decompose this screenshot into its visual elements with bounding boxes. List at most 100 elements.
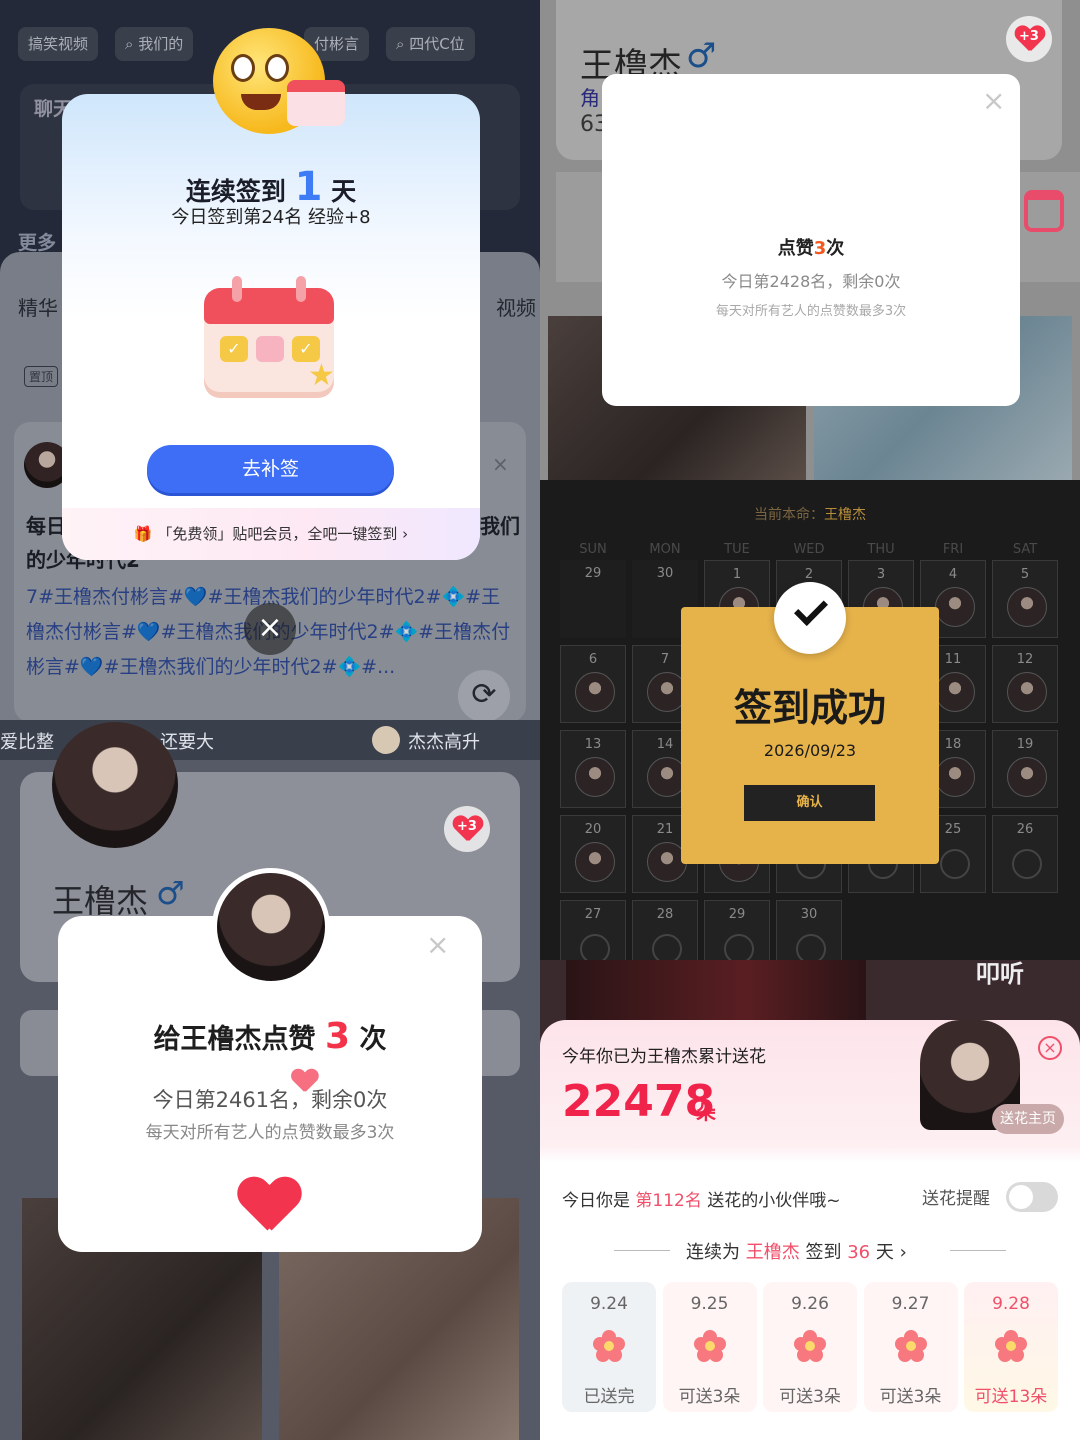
calendar-day-number: 29 bbox=[728, 907, 746, 922]
top-label: 叩听 bbox=[976, 960, 1024, 988]
weekday-label: THU bbox=[867, 542, 895, 557]
flower-home-button[interactable]: 送花主页 bbox=[992, 1104, 1064, 1134]
flower-day-status: 可送3朵 bbox=[879, 1387, 942, 1407]
calendar-day[interactable]: 29 bbox=[704, 900, 770, 960]
check-icon bbox=[774, 582, 846, 654]
flower-icon bbox=[995, 1330, 1027, 1362]
calendar-day[interactable]: 26 bbox=[992, 815, 1058, 893]
calendar-day[interactable]: 13 bbox=[560, 730, 626, 808]
weekday-label: MON bbox=[649, 542, 681, 557]
flower-day-date: 9.24 bbox=[590, 1294, 628, 1314]
calendar-day-number: 30 bbox=[656, 566, 674, 581]
like-screenshot-1: 王橹杰 ♂ 角 63 +3 × 点赞3次 今日第2428名，剩余0次 每天对所有… bbox=[540, 0, 1080, 480]
calendar-day-number: 19 bbox=[1016, 737, 1034, 752]
divider bbox=[950, 1250, 1006, 1251]
calendar-day-number: 27 bbox=[584, 907, 602, 922]
signed-avatar bbox=[575, 757, 615, 797]
calendar-day[interactable]: 29 bbox=[560, 560, 626, 638]
signed-avatar bbox=[1007, 672, 1047, 712]
role-label: 角 bbox=[580, 86, 600, 110]
flower-icon bbox=[693, 1330, 726, 1362]
flower-day-card[interactable]: 9.27 可送3朵 bbox=[863, 1282, 958, 1412]
signed-avatar bbox=[575, 842, 615, 882]
like-note: 每天对所有艺人的点赞数最多3次 bbox=[145, 1123, 395, 1143]
signed-avatar bbox=[575, 672, 615, 712]
checkin-screenshot: 搞笑视频 ⌕ 我们的 付彬言 ⌕ 四代C位 聊天 更多 精华 视频 置顶 × 每… bbox=[0, 0, 540, 720]
flower-day-status: 可送3朵 bbox=[779, 1387, 841, 1407]
remind-toggle[interactable] bbox=[1006, 1182, 1058, 1212]
like-note: 每天对所有艺人的点赞数最多3次 bbox=[715, 304, 907, 319]
gift-icon: 🎁 bbox=[133, 525, 153, 543]
streak-line[interactable]: 连续为 王橹杰 签到 36 天 › bbox=[686, 1238, 907, 1264]
calendar-day[interactable]: 30 bbox=[776, 900, 842, 960]
calendar-day-number: 1 bbox=[732, 567, 742, 582]
calendar-day-number: 5 bbox=[1020, 567, 1030, 582]
user-placeholder-icon bbox=[796, 934, 826, 960]
flower-day-card[interactable]: 9.24 已送完 bbox=[562, 1282, 656, 1412]
calendar-day-number: 3 bbox=[876, 567, 886, 582]
makeup-checkin-button[interactable]: 去补签 bbox=[147, 445, 394, 493]
flower-day-card[interactable]: 9.26 可送3朵 bbox=[763, 1282, 857, 1412]
like-dialog: × 点赞3次 今日第2428名，剩余0次 每天对所有艺人的点赞数最多3次 bbox=[602, 74, 1020, 406]
like-heart-button[interactable]: +3 bbox=[444, 806, 490, 852]
close-button[interactable]: × bbox=[244, 603, 296, 655]
weekday-label: TUE bbox=[724, 542, 750, 557]
flower-icon bbox=[894, 1330, 927, 1362]
like-rank: 今日第2428名，剩余0次 bbox=[721, 272, 901, 291]
user-placeholder-icon bbox=[580, 934, 610, 960]
calendar-day-number: 13 bbox=[584, 737, 602, 752]
like-rank: 今日第2461名，剩余0次 bbox=[152, 1088, 388, 1112]
flower-day-date: 9.28 bbox=[992, 1294, 1030, 1314]
vip-promo-banner[interactable]: 🎁 「免费领」贴吧会员，全吧一键签到 › bbox=[62, 508, 480, 560]
signed-avatar bbox=[935, 672, 975, 712]
calendar-day[interactable]: 6 bbox=[560, 645, 626, 723]
calendar-day[interactable]: 12 bbox=[992, 645, 1058, 723]
close-icon[interactable]: × bbox=[1038, 1036, 1062, 1060]
checkin-success-dialog: 签到成功 2026/09/23 确认 bbox=[681, 582, 939, 864]
like-title: 点赞3次 bbox=[777, 238, 845, 259]
gender-icon: ♂ bbox=[686, 36, 717, 76]
user-placeholder-icon bbox=[940, 849, 970, 879]
remind-label: 送花提醒 bbox=[922, 1189, 990, 1209]
confirm-button[interactable]: 确认 bbox=[744, 785, 875, 821]
stage-image bbox=[566, 960, 866, 1020]
calendar-day-number: 26 bbox=[1016, 822, 1034, 837]
flower-day-card[interactable]: 9.28 可送13朵 bbox=[964, 1282, 1058, 1412]
signed-avatar bbox=[1007, 587, 1047, 627]
close-icon[interactable]: × bbox=[426, 928, 449, 961]
like-heart-button[interactable]: +3 bbox=[1006, 16, 1052, 62]
calendar-day-number: 20 bbox=[584, 822, 602, 837]
flower-day-status: 可送3朵 bbox=[678, 1387, 741, 1407]
calendar-day-number: 2 bbox=[804, 567, 814, 582]
checkin-subtitle: 今日签到第24名 经验+8 bbox=[171, 207, 371, 228]
checkin-date: 2026/09/23 bbox=[763, 741, 857, 760]
user-placeholder-icon bbox=[1012, 849, 1042, 879]
close-icon[interactable]: × bbox=[982, 84, 1005, 117]
user-placeholder-icon bbox=[724, 934, 754, 960]
artist-avatar bbox=[52, 722, 178, 848]
calendar-day-number: 12 bbox=[1016, 652, 1034, 667]
calendar-day[interactable]: 27 bbox=[560, 900, 626, 960]
calendar-icon: ✓ ✓ ★ bbox=[200, 262, 340, 407]
calendar-day[interactable]: 28 bbox=[632, 900, 698, 960]
calendar-day-number: 4 bbox=[948, 567, 958, 582]
user-placeholder-icon bbox=[652, 934, 682, 960]
weekday-label: FRI bbox=[942, 542, 964, 557]
like-title: 给王橹杰点赞 3 次 bbox=[153, 1016, 387, 1057]
calendar-day[interactable]: 20 bbox=[560, 815, 626, 893]
flower-day-card[interactable]: 9.25 可送3朵 bbox=[662, 1282, 757, 1412]
weekday-label: SAT bbox=[1012, 542, 1038, 557]
mascot-icon bbox=[195, 28, 345, 138]
calendar-day-number: 29 bbox=[584, 566, 602, 581]
flower-day-date: 9.26 bbox=[791, 1294, 829, 1314]
flower-screenshot: 叩听 今年你已为王橹杰累计送花 22478 朵 × 送花主页 今日你是 第112… bbox=[540, 960, 1080, 1440]
avatar bbox=[372, 726, 400, 754]
flower-icon bbox=[794, 1330, 826, 1362]
divider bbox=[614, 1250, 670, 1251]
flower-day-date: 9.25 bbox=[690, 1294, 729, 1314]
calendar-day[interactable]: 5 bbox=[992, 560, 1058, 638]
calendar-day[interactable]: 19 bbox=[992, 730, 1058, 808]
rank-line: 今日你是 第112名 送花的小伙伴哦~ bbox=[562, 1191, 841, 1211]
signed-avatar bbox=[935, 587, 975, 627]
calendar-icon[interactable] bbox=[1024, 190, 1064, 232]
